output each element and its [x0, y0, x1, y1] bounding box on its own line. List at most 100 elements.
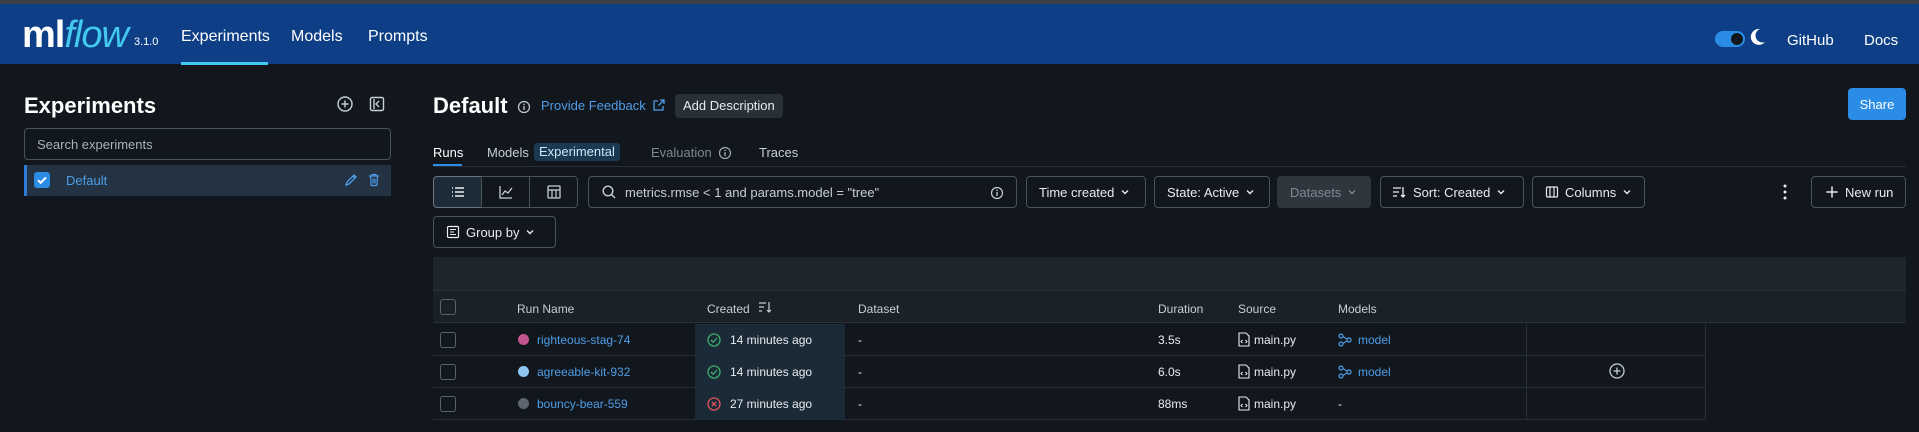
column-source[interactable]: Source [1238, 302, 1276, 316]
evaluation-info-icon [718, 146, 732, 160]
group-icon [446, 225, 460, 239]
top-header: mlflow 3.1.0 Experiments Models Prompts … [0, 4, 1919, 65]
created-time: 14 minutes ago [730, 365, 813, 379]
logo-ml: ml [22, 14, 65, 56]
chevron-down-icon [526, 230, 534, 235]
time-created-dropdown[interactable]: Time created [1026, 176, 1146, 208]
created-time: 27 minutes ago [730, 397, 813, 411]
table-row[interactable]: righteous-stag-74 14 minutes ago - 3.5s … [433, 324, 1706, 356]
collapse-sidebar-icon[interactable] [368, 95, 386, 113]
table-view-toggle[interactable] [433, 176, 482, 208]
version-label: 3.1.0 [133, 36, 159, 48]
more-options-icon[interactable] [1783, 183, 1787, 201]
time-created-label: Time created [1039, 184, 1115, 200]
column-dataset[interactable]: Dataset [858, 302, 899, 316]
nav-models[interactable]: Models [291, 28, 343, 46]
chevron-down-icon [1623, 190, 1631, 195]
tab-traces[interactable]: Traces [759, 145, 798, 160]
dataset-value: - [858, 397, 862, 411]
theme-toggle[interactable] [1715, 31, 1745, 47]
tab-models[interactable]: Models [487, 145, 529, 160]
row-checkbox[interactable] [440, 364, 456, 380]
search-experiments-input[interactable] [24, 128, 391, 160]
sort-desc-icon[interactable] [758, 300, 772, 314]
run-color-dot[interactable] [518, 334, 529, 345]
sort-dropdown[interactable]: Sort: Created [1380, 176, 1524, 208]
nav-prompts[interactable]: Prompts [368, 28, 428, 46]
row-checkbox[interactable] [440, 396, 456, 412]
github-link[interactable]: GitHub [1787, 32, 1834, 49]
column-run-name[interactable]: Run Name [517, 302, 574, 316]
chevron-down-icon [1348, 190, 1356, 195]
provide-feedback-link[interactable]: Provide Feedback [541, 98, 646, 113]
add-description-button[interactable]: Add Description [675, 94, 783, 118]
experimental-badge: Experimental [534, 143, 620, 161]
page-title: Default [433, 93, 508, 118]
runs-search-input[interactable]: metrics.rmse < 1 and params.model = "tre… [588, 176, 1017, 208]
tabs-divider [433, 166, 1906, 167]
model-link[interactable]: model [1358, 333, 1391, 347]
model-link[interactable]: model [1358, 365, 1391, 379]
chevron-down-icon [1497, 190, 1505, 195]
state-label: State: Active [1167, 184, 1240, 200]
columns-icon [1545, 186, 1559, 198]
add-column-icon[interactable] [1609, 363, 1625, 379]
failed-icon [707, 397, 721, 411]
duration-value: 6.0s [1158, 365, 1181, 379]
column-duration[interactable]: Duration [1158, 302, 1203, 316]
run-name-link[interactable]: righteous-stag-74 [537, 333, 630, 347]
search-info-icon[interactable] [990, 186, 1004, 200]
nav-active-indicator [181, 62, 268, 65]
select-all-checkbox[interactable] [440, 299, 456, 315]
search-icon [602, 185, 616, 199]
model-icon [1338, 333, 1352, 347]
row-checkbox[interactable] [440, 332, 456, 348]
run-name-link[interactable]: agreeable-kit-932 [537, 365, 630, 379]
datasets-dropdown[interactable]: Datasets [1277, 176, 1371, 208]
duration-value: 88ms [1158, 397, 1188, 411]
edit-icon[interactable] [343, 172, 359, 188]
column-models[interactable]: Models [1338, 302, 1377, 316]
chart-view-toggle[interactable] [481, 176, 530, 208]
sort-label: Sort: Created [1413, 184, 1491, 200]
new-run-button[interactable]: New run [1811, 176, 1906, 208]
group-by-dropdown[interactable]: Group by [433, 216, 556, 248]
table-row[interactable]: agreeable-kit-932 14 minutes ago - 6.0s … [433, 356, 1706, 388]
datasets-label: Datasets [1290, 184, 1342, 200]
chevron-down-icon [1246, 190, 1254, 195]
moon-icon [1750, 28, 1765, 45]
run-name-link[interactable]: bouncy-bear-559 [537, 397, 628, 411]
tab-evaluation[interactable]: Evaluation [651, 145, 712, 160]
state-dropdown[interactable]: State: Active [1154, 176, 1270, 208]
trash-icon[interactable] [366, 172, 382, 188]
docs-link[interactable]: Docs [1864, 32, 1898, 49]
run-color-dot[interactable] [518, 366, 529, 377]
tab-runs[interactable]: Runs [433, 145, 463, 160]
source-value[interactable]: main.py [1254, 365, 1296, 379]
plus-icon [1826, 186, 1838, 198]
dataset-value: - [858, 333, 862, 347]
file-code-icon [1238, 364, 1250, 379]
chart-icon [498, 186, 513, 199]
nav-experiments[interactable]: Experiments [181, 28, 270, 46]
sidebar-item-default[interactable]: Default [24, 165, 391, 196]
experiment-checkbox[interactable] [34, 172, 50, 188]
model-icon [1338, 365, 1352, 379]
share-button[interactable]: Share [1848, 88, 1906, 120]
add-experiment-icon[interactable] [336, 95, 354, 113]
table-group-header [433, 257, 1906, 290]
artifact-view-toggle[interactable] [529, 176, 578, 208]
table-row[interactable]: bouncy-bear-559 27 minutes ago - 88ms ma… [433, 388, 1706, 420]
list-icon [451, 187, 464, 197]
mlflow-logo[interactable]: mlflow 3.1.0 [22, 16, 158, 54]
model-value: - [1338, 397, 1342, 411]
external-link-icon[interactable] [652, 98, 666, 112]
dataset-value: - [858, 365, 862, 379]
columns-dropdown[interactable]: Columns [1532, 176, 1645, 208]
info-icon[interactable] [517, 100, 531, 114]
source-value[interactable]: main.py [1254, 397, 1296, 411]
run-color-dot[interactable] [518, 398, 529, 409]
table-header: Run Name Created Dataset Duration Source… [433, 290, 1906, 323]
column-created[interactable]: Created [707, 302, 750, 316]
source-value[interactable]: main.py [1254, 333, 1296, 347]
